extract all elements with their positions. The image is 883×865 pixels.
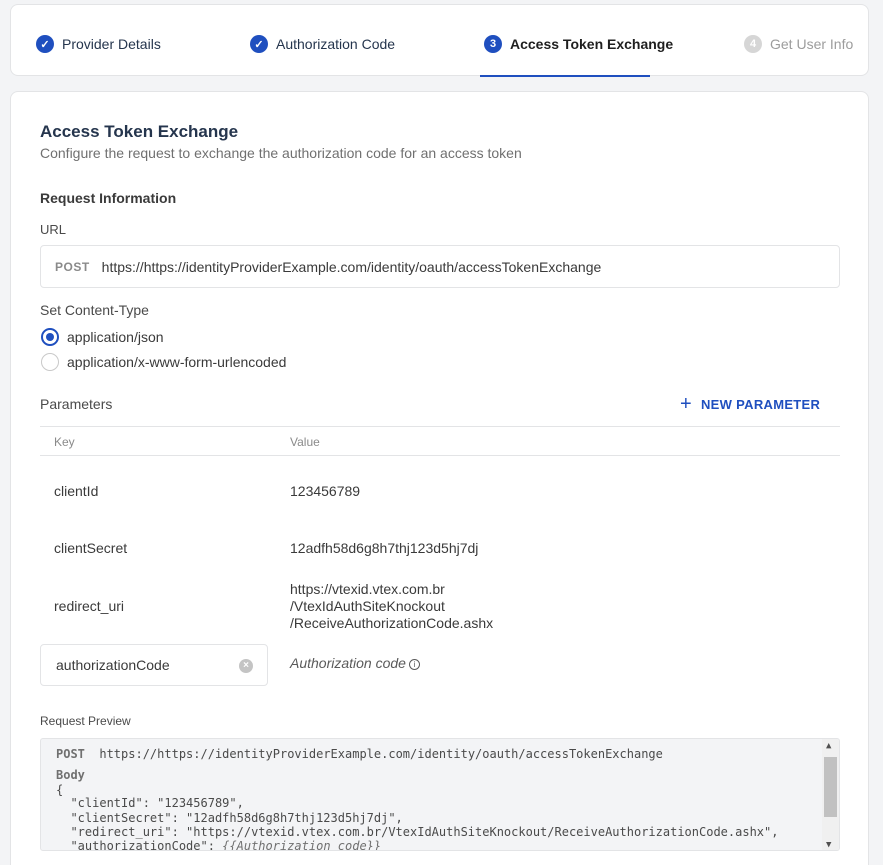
placeholder-text: Authorization code — [290, 655, 406, 671]
step-get-user-info[interactable]: 4 Get User Info — [744, 35, 853, 53]
preview-code-line: { — [56, 783, 64, 797]
check-icon: ✓ — [250, 35, 268, 53]
column-header-value: Value — [290, 435, 320, 449]
info-icon[interactable]: i — [408, 659, 420, 670]
new-parameter-button[interactable]: + NEW PARAMETER — [680, 394, 820, 414]
param-value: /VtexIdAuthSiteKnockout — [290, 598, 445, 614]
step-label: Get User Info — [770, 36, 854, 52]
radio-unchecked-icon — [41, 353, 59, 371]
request-preview-label: Request Preview — [40, 714, 131, 728]
http-method: POST — [55, 259, 90, 274]
preview-request-line: POST https://https://identityProviderExa… — [56, 747, 663, 761]
param-value: 12adfh58d6g8h7thj123d5hj7dj — [290, 540, 479, 556]
key-input-value: authorizationCode — [56, 657, 170, 673]
access-token-card: Access Token Exchange Configure the requ… — [10, 91, 869, 865]
radio-application-json[interactable]: application/json — [41, 328, 164, 346]
page-subtitle: Configure the request to exchange the au… — [40, 145, 522, 161]
column-header-key: Key — [54, 435, 75, 449]
request-preview[interactable]: POST https://https://identityProviderExa… — [40, 738, 840, 851]
step-label: Authorization Code — [276, 36, 396, 52]
preview-url: https://https://identityProviderExample.… — [99, 747, 663, 761]
url-label: URL — [40, 222, 67, 237]
param-key: clientSecret — [54, 540, 128, 556]
preview-body-label: Body — [56, 768, 85, 782]
parameters-table-header: Key Value — [40, 426, 840, 456]
param-key: clientId — [54, 483, 99, 499]
param-key: redirect_uri — [54, 598, 125, 614]
radio-checked-icon — [41, 328, 59, 346]
step-authorization-code[interactable]: ✓ Authorization Code — [250, 35, 395, 53]
url-field[interactable]: POST https://https://identityProviderExa… — [40, 245, 840, 288]
stepper: ✓ Provider Details ✓ Authorization Code … — [10, 4, 869, 77]
plus-icon: + — [680, 393, 692, 415]
preview-key: "authorizationCode": — [56, 839, 223, 851]
preview-placeholder: {{Authorization code}} — [222, 839, 382, 851]
preview-code-line: "clientId": "123456789", — [56, 796, 244, 810]
param-value: /ReceiveAuthorizationCode.ashx — [290, 615, 494, 631]
param-value: https://vtexid.vtex.com.br — [290, 581, 445, 597]
preview-code-line: "redirect_uri": "https://vtexid.vtex.com… — [56, 825, 779, 839]
content-type-label: Set Content-Type — [40, 302, 149, 318]
preview-scrollbar[interactable]: ▲ ▼ — [822, 739, 839, 850]
step-label: Provider Details — [62, 36, 161, 52]
parameters-label: Parameters — [40, 396, 113, 412]
param-value: 123456789 — [290, 483, 361, 499]
step-provider-details[interactable]: ✓ Provider Details — [36, 35, 161, 53]
scroll-up-icon[interactable]: ▲ — [826, 741, 831, 751]
clear-icon[interactable]: × — [239, 659, 253, 673]
active-step-indicator — [480, 75, 650, 77]
scroll-thumb[interactable] — [824, 757, 837, 817]
parameter-key-input[interactable]: authorizationCode × — [40, 644, 268, 686]
param-value-placeholder[interactable]: Authorization code i — [290, 655, 420, 672]
check-icon: ✓ — [36, 35, 54, 53]
preview-code-line: "clientSecret": "12adfh58d6g8h7thj123d5h… — [56, 811, 403, 825]
preview-method: POST — [56, 747, 85, 761]
preview-code-line: "authorizationCode": {{Authorization cod… — [56, 839, 382, 851]
page-title: Access Token Exchange — [40, 122, 239, 141]
scroll-down-icon[interactable]: ▼ — [826, 840, 831, 850]
radio-label: application/x-www-form-urlencoded — [67, 354, 287, 370]
radio-form-urlencoded[interactable]: application/x-www-form-urlencoded — [41, 353, 286, 371]
step-label: Access Token Exchange — [510, 36, 674, 52]
step-access-token-exchange[interactable]: 3 Access Token Exchange — [484, 35, 673, 53]
step-number: 3 — [484, 35, 502, 53]
request-information-heading: Request Information — [40, 190, 177, 206]
url-value: https://https://identityProviderExample.… — [101, 258, 602, 275]
new-parameter-label: NEW PARAMETER — [700, 396, 821, 412]
step-number: 4 — [744, 35, 762, 53]
radio-label: application/json — [67, 329, 164, 345]
